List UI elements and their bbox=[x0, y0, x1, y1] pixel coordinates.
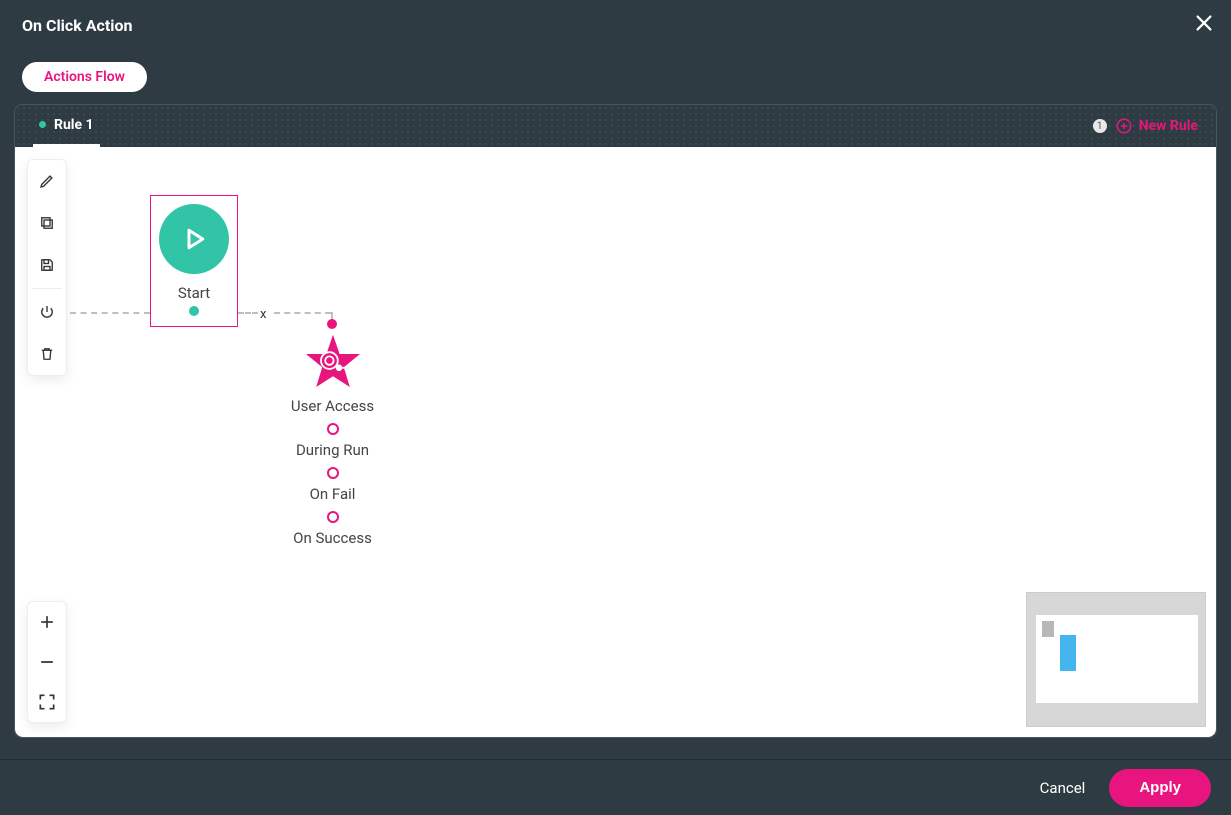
during-run-label: During Run bbox=[296, 441, 369, 459]
minimap-viewport bbox=[1036, 615, 1198, 703]
minimap-start-node bbox=[1042, 621, 1054, 637]
new-rule-label: New Rule bbox=[1139, 118, 1198, 134]
on-success-label: On Success bbox=[293, 529, 372, 547]
rules-header: Rule 1 1 New Rule bbox=[15, 105, 1216, 147]
pencil-icon bbox=[38, 172, 56, 190]
rule-tab-1[interactable]: Rule 1 bbox=[33, 105, 100, 147]
rules-panel: Rule 1 1 New Rule bbox=[14, 104, 1217, 738]
dialog-title: On Click Action bbox=[22, 16, 133, 35]
start-node[interactable]: Start bbox=[150, 195, 238, 327]
power-button[interactable] bbox=[27, 291, 67, 333]
during-run-port[interactable] bbox=[327, 423, 339, 435]
on-success-port[interactable] bbox=[327, 511, 339, 523]
user-access-title: User Access bbox=[291, 397, 374, 415]
edge-delete-x[interactable]: x bbox=[260, 307, 266, 322]
rule-tab-label: Rule 1 bbox=[54, 117, 94, 133]
on-fail-label: On Fail bbox=[310, 485, 356, 503]
play-icon bbox=[179, 224, 209, 254]
tab-actions-flow[interactable]: Actions Flow bbox=[22, 62, 147, 92]
new-rule-button[interactable]: New Rule bbox=[1115, 117, 1198, 135]
fit-screen-button[interactable] bbox=[27, 682, 67, 722]
start-output-port[interactable] bbox=[189, 306, 199, 316]
close-icon[interactable] bbox=[1193, 12, 1215, 38]
power-icon bbox=[38, 303, 56, 321]
user-access-node[interactable] bbox=[303, 333, 363, 393]
copy-button[interactable] bbox=[27, 202, 67, 244]
user-access-node-labels: User Access During Run On Fail On Succes… bbox=[275, 397, 390, 547]
cancel-label: Cancel bbox=[1040, 779, 1086, 797]
tab-actions-flow-label: Actions Flow bbox=[44, 69, 125, 85]
trash-icon bbox=[38, 345, 56, 363]
edge-segment-h1 bbox=[70, 312, 150, 314]
fullscreen-icon bbox=[37, 692, 57, 712]
cancel-button[interactable]: Cancel bbox=[1040, 779, 1086, 797]
rule-count-badge: 1 bbox=[1093, 119, 1107, 133]
toolbar-separator bbox=[32, 288, 62, 289]
minus-icon bbox=[37, 652, 57, 672]
save-icon bbox=[38, 256, 56, 274]
edge-segment-h3 bbox=[274, 312, 331, 314]
delete-button[interactable] bbox=[27, 333, 67, 375]
zoom-in-button[interactable] bbox=[27, 602, 67, 642]
rule-status-dot bbox=[39, 121, 46, 128]
flow-canvas[interactable]: Start x User Access bbox=[15, 147, 1216, 737]
copy-icon bbox=[38, 214, 56, 232]
edit-button[interactable] bbox=[27, 160, 67, 202]
start-node-circle bbox=[159, 204, 229, 274]
dialog-footer: Cancel Apply bbox=[0, 759, 1231, 815]
dialog-header: On Click Action bbox=[0, 0, 1231, 50]
zoom-out-button[interactable] bbox=[27, 642, 67, 682]
apply-button[interactable]: Apply bbox=[1109, 769, 1211, 807]
zoom-toolbar bbox=[27, 601, 67, 723]
apply-label: Apply bbox=[1139, 779, 1181, 796]
plus-icon bbox=[37, 612, 57, 632]
minimap-action-node bbox=[1060, 635, 1076, 671]
minimap[interactable] bbox=[1026, 592, 1206, 727]
start-node-label: Start bbox=[178, 284, 210, 302]
mode-tabs-row: Actions Flow bbox=[0, 50, 1231, 104]
edge-segment-h2 bbox=[238, 312, 258, 314]
new-rule-group: 1 New Rule bbox=[1093, 117, 1198, 135]
on-fail-port[interactable] bbox=[327, 467, 339, 479]
save-button[interactable] bbox=[27, 244, 67, 286]
node-toolbar bbox=[27, 159, 67, 376]
action-input-port[interactable] bbox=[327, 319, 337, 329]
